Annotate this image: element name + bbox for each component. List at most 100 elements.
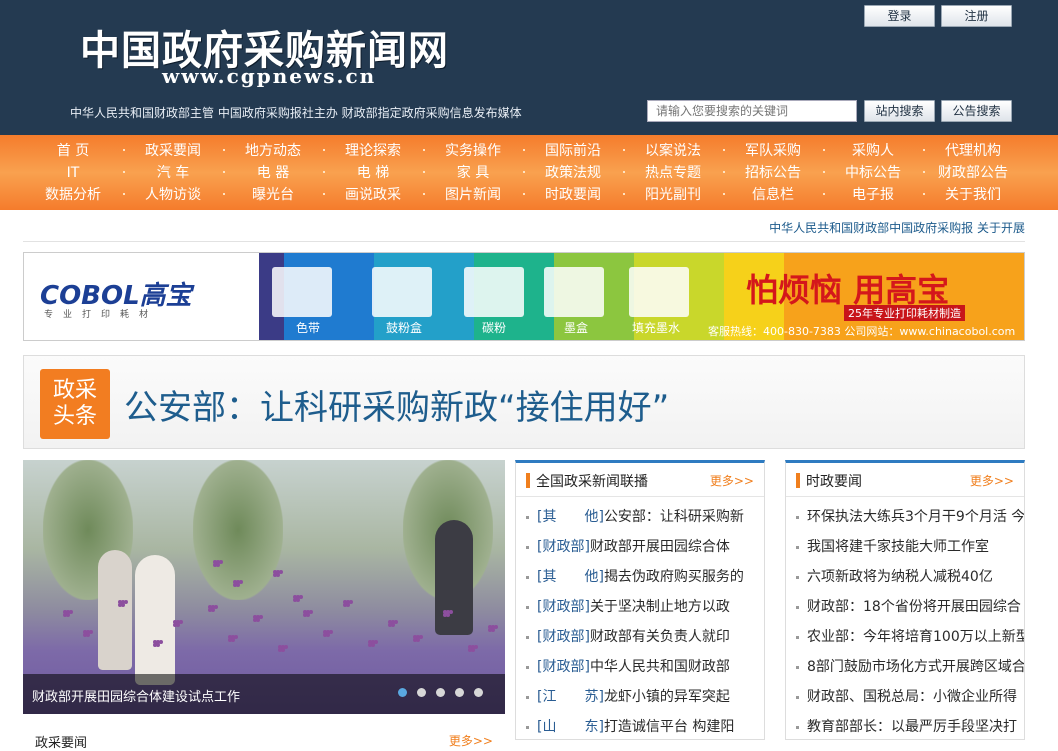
nav-item[interactable]: 关于我们 <box>923 184 1023 206</box>
flower-decoration <box>296 598 300 602</box>
more-link[interactable]: 更多>> <box>710 472 754 489</box>
list-item[interactable]: 教育部部长：以最严厉手段坚决打 <box>796 715 1024 745</box>
nav-item[interactable]: 曝光台 <box>223 184 323 206</box>
more-link[interactable]: 更多>> <box>449 732 493 749</box>
flower-decoration <box>276 573 280 577</box>
banner-hotline: 客服热线：400-830-7383 公司网站：www.chinacobol.co… <box>708 325 1016 338</box>
nav-item[interactable]: 信息栏 <box>723 184 823 206</box>
nav-item[interactable]: 政采要闻 <box>123 140 223 162</box>
list-item[interactable]: [财政部]中华人民共和国财政部 <box>526 655 764 685</box>
national-news-list: [其 他]公安部：让科研采购新 [财政部]财政部开展田园综合体 [其 他]揭去伪政府… <box>516 497 764 745</box>
flower-decoration <box>371 643 375 647</box>
nav-item[interactable]: 理论探索 <box>323 140 423 162</box>
nav-item[interactable]: 电 器 <box>223 162 323 184</box>
slider-dot[interactable] <box>417 688 426 697</box>
product-label: 墨盒 <box>564 321 589 335</box>
panel-accent-bar <box>526 473 530 488</box>
flower-decoration <box>391 623 395 627</box>
nav-item[interactable]: IT <box>23 162 123 184</box>
list-item[interactable]: 农业部：今年将培育100万以上新型 <box>796 625 1024 655</box>
nav-item[interactable]: 采购人 <box>823 140 923 162</box>
headline-title[interactable]: 公安部：让科研采购新政“接住用好” <box>124 380 669 429</box>
panel-header: 时政要闻 更多>> <box>786 463 1024 497</box>
news-title[interactable]: 揭去伪政府购买服务的 <box>604 569 744 585</box>
news-title[interactable]: 打造诚信平台 构建阳 <box>604 719 734 735</box>
news-title[interactable]: 财政部有关负责人就印 <box>590 629 730 645</box>
news-category: [山 东] <box>537 719 604 735</box>
nav-item[interactable]: 政策法规 <box>523 162 623 184</box>
list-item[interactable]: [其 他]揭去伪政府购买服务的 <box>526 565 764 595</box>
photo-slider[interactable]: 财政部开展田园综合体建设试点工作 <box>23 460 505 714</box>
slider-caption[interactable]: 财政部开展田园综合体建设试点工作 <box>32 686 240 705</box>
nav-item[interactable]: 实务操作 <box>423 140 523 162</box>
list-item[interactable]: 我国将建千家技能大师工作室 <box>796 535 1024 565</box>
list-item[interactable]: [江 苏]龙虾小镇的异军突起 <box>526 685 764 715</box>
flower-decoration <box>236 583 240 587</box>
list-item[interactable]: 六项新政将为纳税人减税40亿 <box>796 565 1024 595</box>
flower-decoration <box>306 613 310 617</box>
list-item[interactable]: [财政部]财政部有关负责人就印 <box>526 625 764 655</box>
nav-item[interactable]: 地方动态 <box>223 140 323 162</box>
list-item[interactable]: 财政部：18个省份将开展田园综合 <box>796 595 1024 625</box>
product-label: 鼓粉盒 <box>386 321 423 335</box>
list-item[interactable]: 财政部、国税总局：小微企业所得 <box>796 685 1024 715</box>
nav-item[interactable]: 代理机构 <box>923 140 1023 162</box>
bottom-section-header: 政采要闻 更多>> <box>23 728 505 751</box>
site-search-button[interactable]: 站内搜索 <box>864 100 935 122</box>
nav-item[interactable]: 时政要闻 <box>523 184 623 206</box>
banner-ad[interactable]: COBOL高宝 专业打印耗材 色带 鼓粉盒 碳粉 墨盒 填充墨水 怕烦恼 用高宝… <box>23 252 1025 341</box>
list-item[interactable]: [财政部]关于坚决制止地方以政 <box>526 595 764 625</box>
news-title[interactable]: 财政部开展田园综合体 <box>590 539 730 555</box>
nav-item[interactable]: 军队采购 <box>723 140 823 162</box>
slider-dot[interactable] <box>398 688 407 697</box>
more-link[interactable]: 更多>> <box>970 472 1014 489</box>
notice-search-button[interactable]: 公告搜索 <box>941 100 1012 122</box>
site-logo-url[interactable]: www.cgpnews.cn <box>162 64 376 88</box>
nav-item[interactable]: 图片新闻 <box>423 184 523 206</box>
nav-item[interactable]: 汽 车 <box>123 162 223 184</box>
list-item[interactable]: [其 他]公安部：让科研采购新 <box>526 505 764 535</box>
slider-dot[interactable] <box>474 688 483 697</box>
register-button[interactable]: 注册 <box>941 5 1012 27</box>
toner-box-product-image <box>372 267 432 317</box>
slider-dots <box>398 688 483 697</box>
slider-dot[interactable] <box>436 688 445 697</box>
login-button[interactable]: 登录 <box>864 5 935 27</box>
nav-item[interactable]: 招标公告 <box>723 162 823 184</box>
panel-accent-bar <box>796 473 800 488</box>
list-item[interactable]: [财政部]财政部开展田园综合体 <box>526 535 764 565</box>
news-title[interactable]: 龙虾小镇的异军突起 <box>604 689 730 705</box>
nav-item[interactable]: 家 具 <box>423 162 523 184</box>
news-title[interactable]: 关于坚决制止地方以政 <box>590 599 730 615</box>
news-category: [江 苏] <box>537 689 604 705</box>
news-title[interactable]: 公安部：让科研采购新 <box>604 509 744 525</box>
announcement-marquee[interactable]: 中华人民共和国财政部中国政府采购报 关于开展 <box>769 219 1025 236</box>
slider-dot[interactable] <box>455 688 464 697</box>
search-input[interactable] <box>647 100 857 122</box>
nav-item[interactable]: 国际前沿 <box>523 140 623 162</box>
flower-decoration <box>346 603 350 607</box>
politics-news-list: 环保执法大练兵3个月干9个月活 今我国将建千家技能大师工作室 六项新政将为纳税人减… <box>786 497 1024 745</box>
nav-item[interactable]: 电子报 <box>823 184 923 206</box>
nav-item[interactable]: 电 梯 <box>323 162 423 184</box>
flower-decoration <box>211 608 215 612</box>
nav-item[interactable]: 人物访谈 <box>123 184 223 206</box>
nav-item[interactable]: 首 页 <box>23 140 123 162</box>
news-category: [其 他] <box>537 509 604 525</box>
nav-item[interactable]: 数据分析 <box>23 184 123 206</box>
nav-item[interactable]: 阳光副刊 <box>623 184 723 206</box>
news-category: [其 他] <box>537 569 604 585</box>
slider-caption-bar: 财政部开展田园综合体建设试点工作 <box>23 674 505 714</box>
flower-decoration <box>86 633 90 637</box>
nav-item[interactable]: 热点专题 <box>623 162 723 184</box>
list-item[interactable]: [山 东]打造诚信平台 构建阳 <box>526 715 764 745</box>
nav-item[interactable]: 财政部公告 <box>923 162 1023 184</box>
nav-item[interactable]: 以案说法 <box>623 140 723 162</box>
nav-item[interactable]: 画说政采 <box>323 184 423 206</box>
news-title[interactable]: 中华人民共和国财政部 <box>590 659 730 675</box>
list-item[interactable]: 8部门鼓励市场化方式开展跨区域合 <box>796 655 1024 685</box>
photo-tree <box>193 460 283 600</box>
nav-item[interactable]: 中标公告 <box>823 162 923 184</box>
flower-decoration <box>326 633 330 637</box>
list-item[interactable]: 环保执法大练兵3个月干9个月活 今 <box>796 505 1024 535</box>
